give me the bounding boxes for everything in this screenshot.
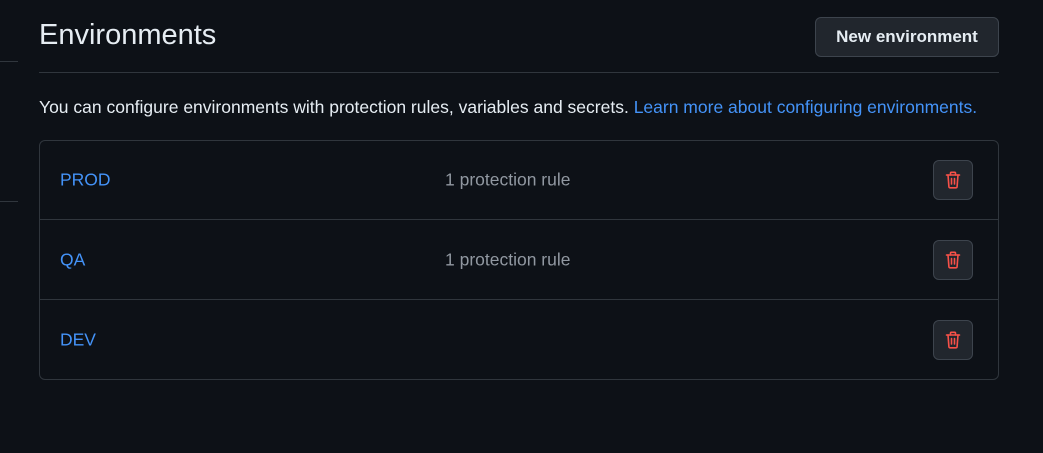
environment-list: PROD 1 protection rule QA 1 protection r… bbox=[39, 140, 999, 380]
new-environment-button[interactable]: New environment bbox=[815, 17, 999, 57]
delete-environment-button[interactable] bbox=[933, 319, 973, 360]
environment-row-prod: PROD 1 protection rule bbox=[40, 141, 998, 219]
trash-icon bbox=[945, 171, 961, 189]
description-text: You can configure environments with prot… bbox=[39, 97, 634, 117]
delete-environment-button[interactable] bbox=[933, 160, 973, 200]
description: You can configure environments with prot… bbox=[39, 73, 999, 118]
environment-row-qa: QA 1 protection rule bbox=[40, 219, 998, 299]
protection-rule-count: 1 protection rule bbox=[445, 249, 571, 269]
trash-icon bbox=[945, 251, 961, 269]
environment-link-dev[interactable]: DEV bbox=[60, 329, 96, 350]
protection-rule-count: 1 protection rule bbox=[445, 169, 571, 190]
page-title: Environments bbox=[39, 19, 217, 51]
page-header: Environments New environment bbox=[39, 0, 999, 73]
learn-more-link[interactable]: Learn more about configuring environment… bbox=[634, 97, 977, 117]
environment-link-qa[interactable]: QA bbox=[60, 249, 85, 270]
environments-panel: Environments New environment You can con… bbox=[39, 0, 999, 380]
delete-environment-button[interactable] bbox=[933, 239, 973, 280]
sidebar-divider bbox=[0, 61, 18, 62]
environment-link-prod[interactable]: PROD bbox=[60, 170, 111, 191]
sidebar-divider bbox=[0, 201, 18, 202]
trash-icon bbox=[945, 331, 961, 349]
environment-row-dev: DEV bbox=[40, 299, 998, 379]
